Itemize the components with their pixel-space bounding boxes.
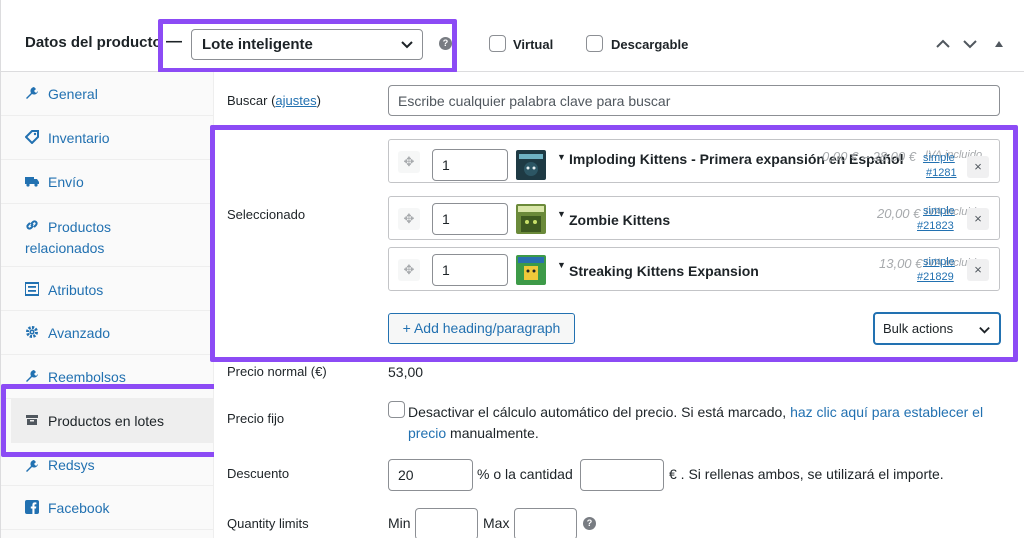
- discount-amount-input[interactable]: [580, 459, 664, 491]
- truck-icon: [25, 177, 39, 187]
- bundled-item: ✥ 1 ▼ Imploding Kittens - Primera expans…: [388, 139, 1000, 183]
- add-heading-button[interactable]: + Add heading/paragraph: [388, 313, 575, 344]
- item-name: Streaking Kittens Expansion: [569, 263, 759, 279]
- search-label-prefix: Buscar (: [227, 93, 276, 108]
- item-name: Zombie Kittens: [569, 212, 671, 228]
- expand-caret-icon[interactable]: ▼: [557, 152, 566, 162]
- facebook-icon: [25, 500, 39, 514]
- wrench-icon: [26, 460, 38, 472]
- discount-text: % o la cantidad: [477, 466, 573, 482]
- sidebar-item-label: Productos relacionados: [25, 219, 112, 256]
- sidebar-item-inventory[interactable]: Inventario: [1, 116, 213, 160]
- tag-icon: [25, 130, 39, 144]
- sidebar-item-linked-products[interactable]: Productos relacionados: [1, 204, 213, 267]
- selected-label: Seleccionado: [227, 207, 306, 222]
- drag-handle-icon[interactable]: ✥: [398, 151, 420, 173]
- discount-note: € . Si rellenas ambos, se utilizará el i…: [669, 466, 944, 482]
- sidebar-item-label: Avanzado: [48, 325, 111, 341]
- sidebar-item-redsys[interactable]: Redsys: [1, 457, 213, 486]
- gear-icon: [26, 326, 38, 338]
- product-type-select[interactable]: Lote inteligente: [191, 29, 423, 60]
- expand-caret-icon[interactable]: ▼: [557, 209, 566, 219]
- item-id-link[interactable]: #21829: [917, 271, 954, 283]
- item-price: 13,00 €: [879, 256, 923, 271]
- list-icon: [25, 282, 39, 296]
- downloadable-checkbox[interactable]: [586, 35, 603, 52]
- search-settings-link[interactable]: ajustes: [275, 93, 316, 108]
- item-id-link[interactable]: #21823: [917, 220, 954, 232]
- regular-price-label: Precio normal (€): [227, 364, 327, 379]
- expand-caret-icon[interactable]: ▼: [557, 260, 566, 270]
- fixed-price-description: Desactivar el cálculo automático del pre…: [408, 402, 1000, 444]
- virtual-label: Virtual: [513, 37, 554, 52]
- highlight-bundled-products: [1, 384, 230, 457]
- item-price: 20,00 €: [877, 206, 921, 221]
- bulk-actions-select[interactable]: Bulk actions: [873, 312, 1001, 345]
- quantity-limits-label: Quantity limits: [227, 516, 309, 531]
- item-id-link[interactable]: #1281: [926, 167, 957, 179]
- downloadable-label: Descargable: [611, 37, 689, 52]
- sidebar-item-attributes[interactable]: Atributos: [1, 267, 213, 311]
- panel-title: Datos del producto: [25, 34, 162, 51]
- fixed-price-label: Precio fijo: [227, 411, 285, 426]
- search-input[interactable]: Escribe cualquier palabra clave para bus…: [388, 85, 1000, 116]
- chevron-down-icon[interactable]: [962, 36, 978, 52]
- item-type: simple: [923, 152, 955, 164]
- fixed-price-text-end: manualmente.: [446, 425, 539, 441]
- item-type: simple: [923, 205, 955, 217]
- remove-icon[interactable]: ×: [967, 156, 989, 178]
- chevron-down-icon: [979, 326, 990, 334]
- product-type-value: Lote inteligente: [202, 36, 313, 53]
- bundled-item: ✥ 1 ▼ Zombie Kittens 20,00 € IVA incluid…: [388, 196, 1000, 240]
- min-label: Min: [388, 515, 411, 531]
- regular-price-value: 53,00: [388, 364, 424, 380]
- item-type: simple: [923, 256, 955, 268]
- sidebar-item-label: Redsys: [48, 457, 95, 473]
- help-icon[interactable]: ?: [583, 517, 596, 530]
- fixed-price-checkbox[interactable]: [388, 401, 405, 418]
- sidebar-item-facebook[interactable]: Facebook: [1, 486, 213, 530]
- bundled-item: ✥ 1 ▼ Streaking Kittens Expansion 13,00 …: [388, 247, 1000, 291]
- quantity-input[interactable]: 1: [432, 254, 508, 286]
- discount-percent-input[interactable]: 20: [388, 459, 473, 491]
- drag-handle-icon[interactable]: ✥: [398, 259, 420, 281]
- item-price: 0,00 € – 28,00 €: [822, 149, 916, 164]
- help-icon[interactable]: ?: [439, 37, 452, 50]
- max-quantity-input[interactable]: [514, 508, 577, 538]
- search-label: Buscar (ajustes): [227, 93, 321, 108]
- toggle-arrow-icon[interactable]: [991, 36, 1007, 52]
- chevron-down-icon: [401, 41, 413, 49]
- sidebar-item-label: Atributos: [48, 282, 104, 298]
- virtual-checkbox[interactable]: [489, 35, 506, 52]
- quantity-input[interactable]: 1: [432, 203, 508, 235]
- wrench-icon: [26, 87, 38, 99]
- remove-icon[interactable]: ×: [967, 208, 989, 230]
- sidebar-item-shipping[interactable]: Envío: [1, 160, 213, 204]
- search-label-suffix: ): [316, 93, 321, 108]
- min-quantity-input[interactable]: [415, 508, 478, 538]
- max-label: Max: [483, 515, 510, 531]
- sidebar-item-general[interactable]: General: [1, 72, 213, 116]
- quantity-input[interactable]: 1: [432, 149, 508, 181]
- sidebar-item-label: General: [48, 86, 98, 102]
- fixed-price-text: Desactivar el cálculo automático del pre…: [408, 404, 791, 420]
- sidebar-item-label: Inventario: [48, 130, 110, 146]
- sidebar-item-advanced[interactable]: Avanzado: [1, 311, 213, 355]
- sidebar-item-label: Envío: [48, 174, 84, 190]
- remove-icon[interactable]: ×: [967, 259, 989, 281]
- product-data-panel: Datos del producto — Lote inteligente ? …: [0, 0, 1024, 538]
- drag-handle-icon[interactable]: ✥: [398, 208, 420, 230]
- product-thumbnail: [516, 255, 546, 285]
- product-thumbnail: [516, 204, 546, 234]
- bulk-actions-value: Bulk actions: [883, 321, 954, 336]
- product-thumbnail: [516, 150, 546, 180]
- wrench-icon: [26, 370, 38, 382]
- panel-header: Datos del producto — Lote inteligente ? …: [1, 0, 1024, 73]
- discount-label: Descuento: [227, 466, 290, 481]
- chevron-up-icon[interactable]: [935, 36, 951, 52]
- sidebar-item-label: Reembolsos: [48, 369, 126, 385]
- sidebar-item-label: Facebook: [48, 500, 110, 516]
